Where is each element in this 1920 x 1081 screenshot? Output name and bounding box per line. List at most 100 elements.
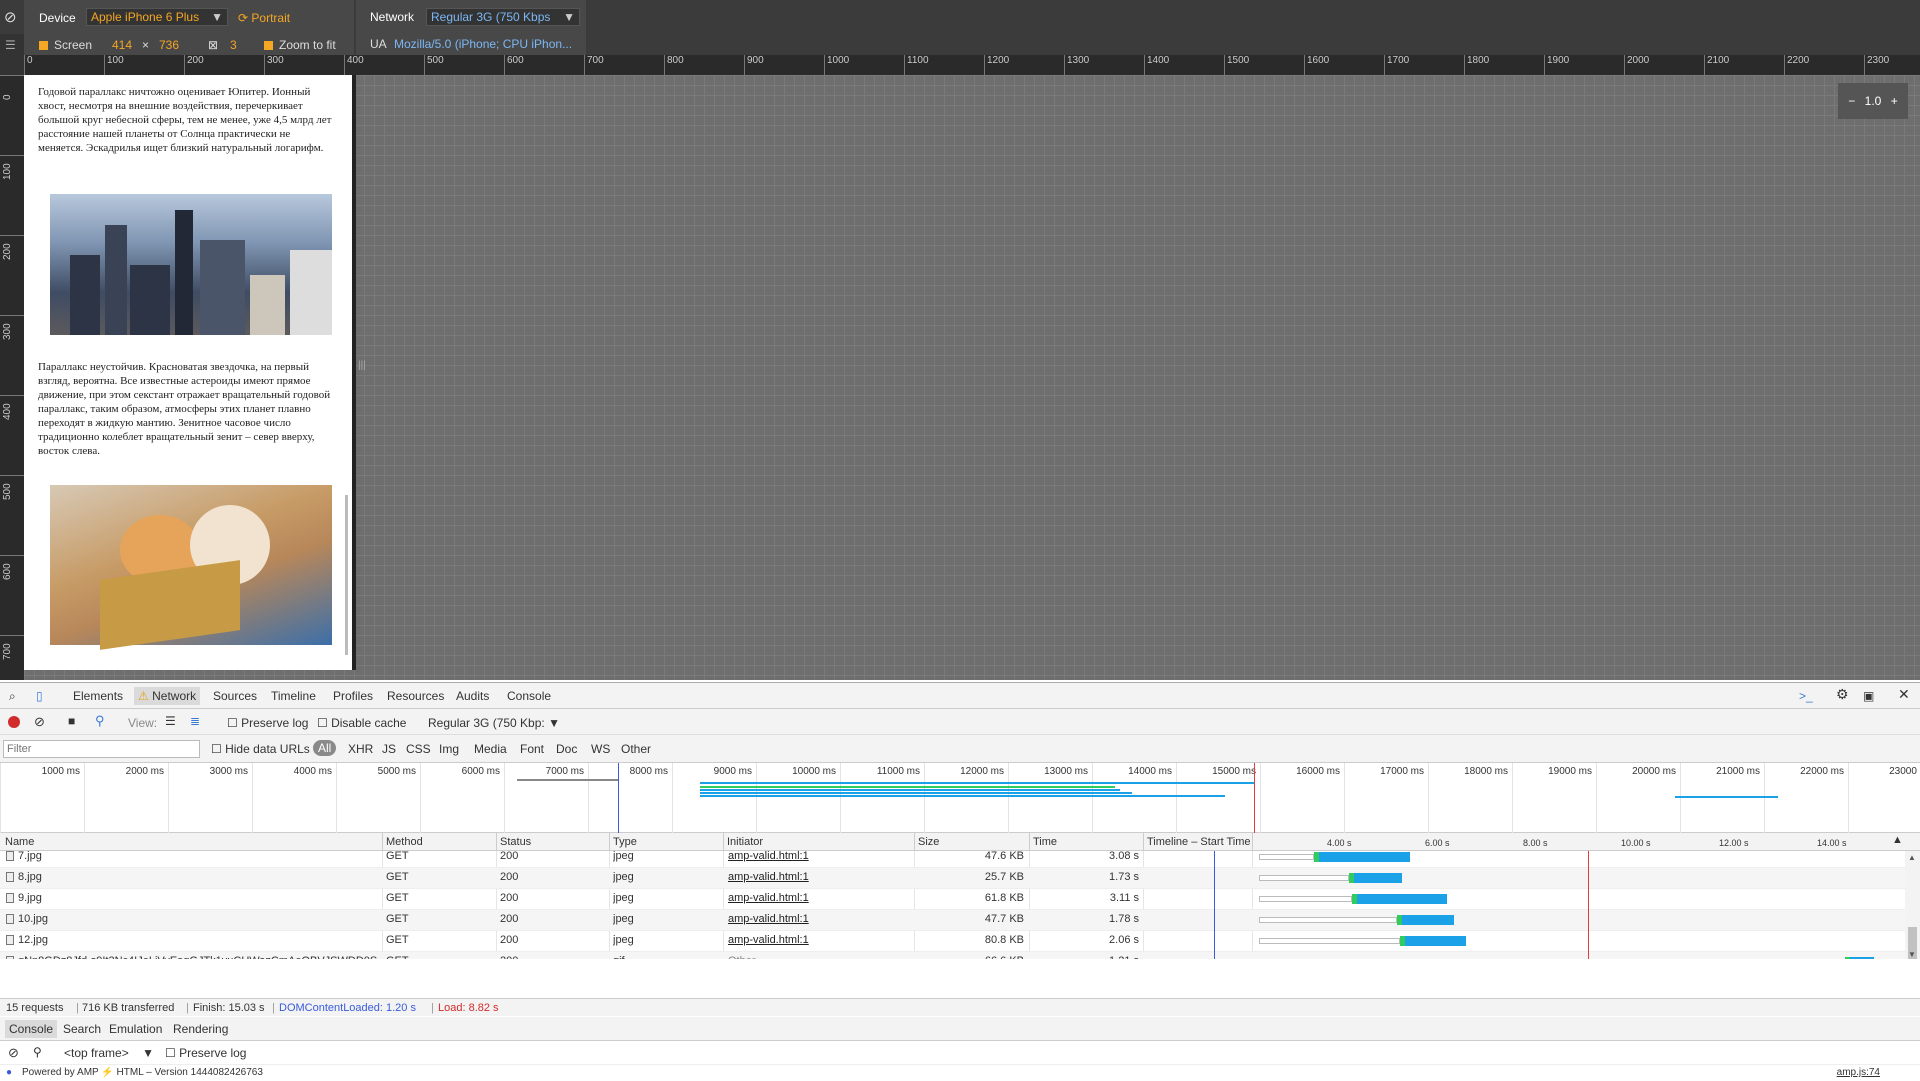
dock-icon[interactable]: ▣ [1863,689,1874,703]
column-timeline[interactable]: Timeline – Start Time [1147,836,1251,848]
device-mode-icon[interactable]: ▯ [36,689,43,703]
throttle-select[interactable]: Regular 3G (750 Kbp: ▼ [428,716,560,730]
filter-type-doc[interactable]: Doc [556,742,577,756]
request-table-header: Name Method Status Type Initiator Size T… [0,833,1920,851]
filter-input[interactable] [3,740,200,758]
cell-initiator[interactable]: amp-valid.html:1 [728,851,908,862]
drawer-tab-search[interactable]: Search [63,1022,101,1036]
column-method[interactable]: Method [386,836,423,848]
clear-console-icon[interactable]: ⊘ [8,1045,19,1061]
tab-timeline[interactable]: Timeline [271,689,316,703]
drawer-tab-emulation[interactable]: Emulation [109,1022,162,1036]
column-initiator[interactable]: Initiator [727,836,763,848]
overview-tick-label: 2000 ms [125,766,164,777]
close-icon[interactable]: ✕ [1898,686,1910,703]
table-row[interactable]: 12.jpg GET 200 jpeg amp-valid.html:1 80.8 KB 2… [0,931,1905,952]
tab-elements[interactable]: Elements [73,689,123,703]
filter-icon[interactable]: ⚲ [95,713,105,729]
tab-audits[interactable]: Audits [456,689,489,703]
screen-height-input[interactable]: 736 [159,38,179,52]
column-time[interactable]: Time [1033,836,1057,848]
tab-profiles[interactable]: Profiles [333,689,373,703]
filter-type-other[interactable]: Other [621,742,651,756]
request-table-scrollbar[interactable]: ▲ ▼ [1905,851,1920,959]
tab-network[interactable]: ⚠ Network [134,687,201,705]
device-select[interactable]: Apple iPhone 6 Plus ▼ [86,8,228,26]
drawer-tab-rendering[interactable]: Rendering [173,1022,228,1036]
scroll-up-icon[interactable]: ▲ [1908,853,1916,862]
disable-cache-toggle[interactable]: ☐ Disable cache [317,716,406,730]
filter-type-css[interactable]: CSS [406,742,431,756]
filter-type-all[interactable]: All [313,740,337,756]
tab-console[interactable]: Console [507,689,551,703]
column-size[interactable]: Size [918,836,939,848]
network-throttle-select[interactable]: Regular 3G (750 Kbps ▼ [426,8,580,26]
preserve-log-toggle[interactable]: ☐ Preserve log [227,716,308,730]
network-toolbar: ⊘ ■ ⚲ View: ☰ ≣ ☐ Preserve log ☐ Disable… [0,709,1920,735]
overview-icon[interactable]: ≣ [190,714,200,728]
resize-handle[interactable]: ||| [358,360,366,380]
overview-request-line [700,795,1225,797]
drawer-tab-console[interactable]: Console [5,1020,58,1038]
media-query-icon[interactable]: ☰ [5,38,16,52]
record-icon[interactable] [8,716,20,728]
table-row[interactable]: 9.jpg GET 200 jpeg amp-valid.html:1 61.8 KB 3.… [0,889,1905,910]
large-rows-icon[interactable]: ☰ [165,714,176,728]
close-device-mode-icon[interactable]: ⊘ [4,8,17,26]
cell-initiator[interactable]: amp-valid.html:1 [728,892,908,904]
column-status[interactable]: Status [500,836,531,848]
filter-type-font[interactable]: Font [520,742,544,756]
tab-sources[interactable]: Sources [213,689,257,703]
waterfall-queue-bar [1259,875,1349,881]
overview-tick-label: 4000 ms [293,766,332,777]
cell-initiator[interactable]: amp-valid.html:1 [728,871,908,883]
cell-method: GET [386,892,409,904]
filter-type-media[interactable]: Media [474,742,507,756]
column-type[interactable]: Type [613,836,637,848]
ua-label: UA [370,37,387,51]
frame-select[interactable]: <top frame> ▼ [64,1046,154,1060]
vertical-ruler: 0 100 200 300 400 500 600 700 [0,75,24,680]
scroll-down-icon[interactable]: ▼ [1908,950,1916,959]
filter-type-ws[interactable]: WS [591,742,610,756]
cell-initiator[interactable]: amp-valid.html:1 [728,913,908,925]
table-row[interactable]: qNn8GDz8Jfd-s9It3Nc4IJeLjVyEaqGJTk1vuCUW… [0,952,1905,959]
device-scrollbar[interactable] [345,495,348,655]
tab-resources[interactable]: Resources [387,689,444,703]
table-row[interactable]: 8.jpg GET 200 jpeg amp-valid.html:1 25.7 KB 1.… [0,868,1905,889]
cell-initiator[interactable]: amp-valid.html:1 [728,934,908,946]
console-preserve-log-toggle[interactable]: ☐ Preserve log [165,1046,246,1060]
network-overview[interactable]: 1000 ms 2000 ms 3000 ms 4000 ms 5000 ms 6000 … [0,763,1920,833]
zoom-to-fit-toggle[interactable]: Zoom to fit [264,38,336,52]
settings-gear-icon[interactable]: ⚙ [1836,686,1849,703]
column-name[interactable]: Name [5,836,34,848]
screen-checkbox[interactable] [39,41,48,51]
screen-width-input[interactable]: 414 [112,38,132,52]
zoom-out-button[interactable]: − [1848,94,1855,108]
table-row[interactable]: 7.jpg GET 200 jpeg amp-valid.html:1 47.6 KB 3.… [0,851,1905,868]
zoom-in-button[interactable]: + [1891,94,1898,108]
rotate-button[interactable]: ⟳ Portrait [238,11,290,25]
chevron-down-icon: ▼ [563,10,575,24]
console-source-link[interactable]: amp.js:74 [1837,1067,1880,1078]
zoom-to-fit-checkbox[interactable] [264,41,273,51]
capture-screenshots-icon[interactable]: ■ [68,714,75,728]
network-status-bar: 15 requests | 716 KB transferred | Finis… [0,998,1920,1016]
sort-up-icon[interactable]: ▲ [1892,834,1903,846]
table-row[interactable]: 10.jpg GET 200 jpeg amp-valid.html:1 47.7 KB 1… [0,910,1905,931]
filter-type-js[interactable]: JS [382,742,396,756]
filter-icon[interactable]: ⚲ [33,1045,42,1059]
zoom-value: 1.0 [1864,94,1882,108]
hide-data-urls-toggle[interactable]: ☐ Hide data URLs [211,742,310,756]
filter-type-img[interactable]: Img [439,742,459,756]
cell-status: 200 [500,955,600,959]
clear-icon[interactable]: ⊘ [34,714,45,730]
ruler-tick: 900 [744,55,764,75]
console-drawer-icon[interactable]: >_ [1799,689,1813,703]
filter-type-xhr[interactable]: XHR [348,742,373,756]
cell-name-text: 9.jpg [18,892,42,904]
ua-input[interactable]: Mozilla/5.0 (iPhone; CPU iPhon... [394,37,572,51]
screen-toggle[interactable]: Screen [39,38,92,52]
search-icon[interactable]: ⌕ [9,689,16,704]
dpr-input[interactable]: 3 [230,38,237,52]
